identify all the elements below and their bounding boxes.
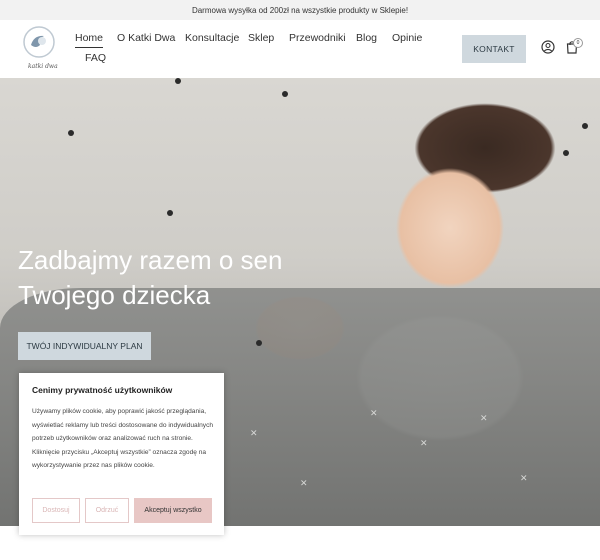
user-icon[interactable]	[541, 40, 555, 54]
fabric-dot	[167, 210, 173, 216]
fabric-pattern: ✕	[420, 438, 428, 448]
fabric-pattern: ✕	[370, 408, 378, 418]
fabric-dot	[582, 123, 588, 129]
nav-item-przewodniki[interactable]: Przewodniki	[289, 32, 346, 44]
contact-button[interactable]: KONTAKT	[462, 35, 526, 63]
cookie-text: Używamy plików cookie, aby poprawić jako…	[32, 408, 214, 469]
cookie-customize-button[interactable]: Dostosuj	[32, 498, 80, 523]
nav-item-home[interactable]: Home	[75, 32, 104, 48]
nav-item-opinie[interactable]: Opinie	[392, 32, 422, 44]
cookie-accept-all-button[interactable]: Akceptuj wszystko	[134, 498, 212, 523]
hero-title-line-2: Twojego dziecka	[18, 280, 211, 310]
fabric-dot	[256, 340, 262, 346]
fabric-dot	[282, 91, 288, 97]
fabric-dot	[68, 130, 74, 136]
nav-item-faq[interactable]: FAQ	[85, 52, 106, 64]
fabric-pattern: ✕	[480, 413, 488, 423]
nav-item-sklep[interactable]: Sklep	[248, 32, 274, 44]
fabric-pattern: ✕	[520, 473, 528, 483]
nav-item-o-katki-dwa[interactable]: O Katki Dwa	[117, 32, 175, 44]
announcement-bar: Darmowa wysyłka od 200zł na wszystkie pr…	[0, 0, 600, 20]
nav-item-blog[interactable]: Blog	[356, 32, 377, 44]
logo-mark-icon	[23, 26, 55, 58]
individual-plan-button[interactable]: TWÓJ INDYWIDUALNY PLAN	[18, 332, 151, 360]
fabric-dot	[175, 78, 181, 84]
fabric-pattern: ✕	[250, 428, 258, 438]
cookie-title: Cenimy prywatność użytkowników	[32, 385, 173, 395]
site-logo[interactable]: katki dwa	[22, 25, 62, 73]
hero-title: Zadbajmy razem o sen Twojego dziecka	[18, 243, 282, 313]
site-header: katki dwa Home O Katki Dwa Konsultacje S…	[0, 20, 600, 78]
announcement-text: Darmowa wysyłka od 200zł na wszystkie pr…	[191, 5, 409, 15]
cookie-consent-dialog: Cenimy prywatność użytkowników Używamy p…	[19, 373, 224, 535]
fabric-dot	[563, 150, 569, 156]
logo-text: katki dwa	[28, 63, 58, 70]
cart-count-badge: 0	[573, 38, 583, 48]
nav-item-konsultacje[interactable]: Konsultacje	[185, 32, 239, 44]
hero-title-line-1: Zadbajmy razem o sen	[18, 245, 283, 275]
fabric-pattern: ✕	[300, 478, 308, 488]
cookie-reject-button[interactable]: Odrzuć	[85, 498, 129, 523]
